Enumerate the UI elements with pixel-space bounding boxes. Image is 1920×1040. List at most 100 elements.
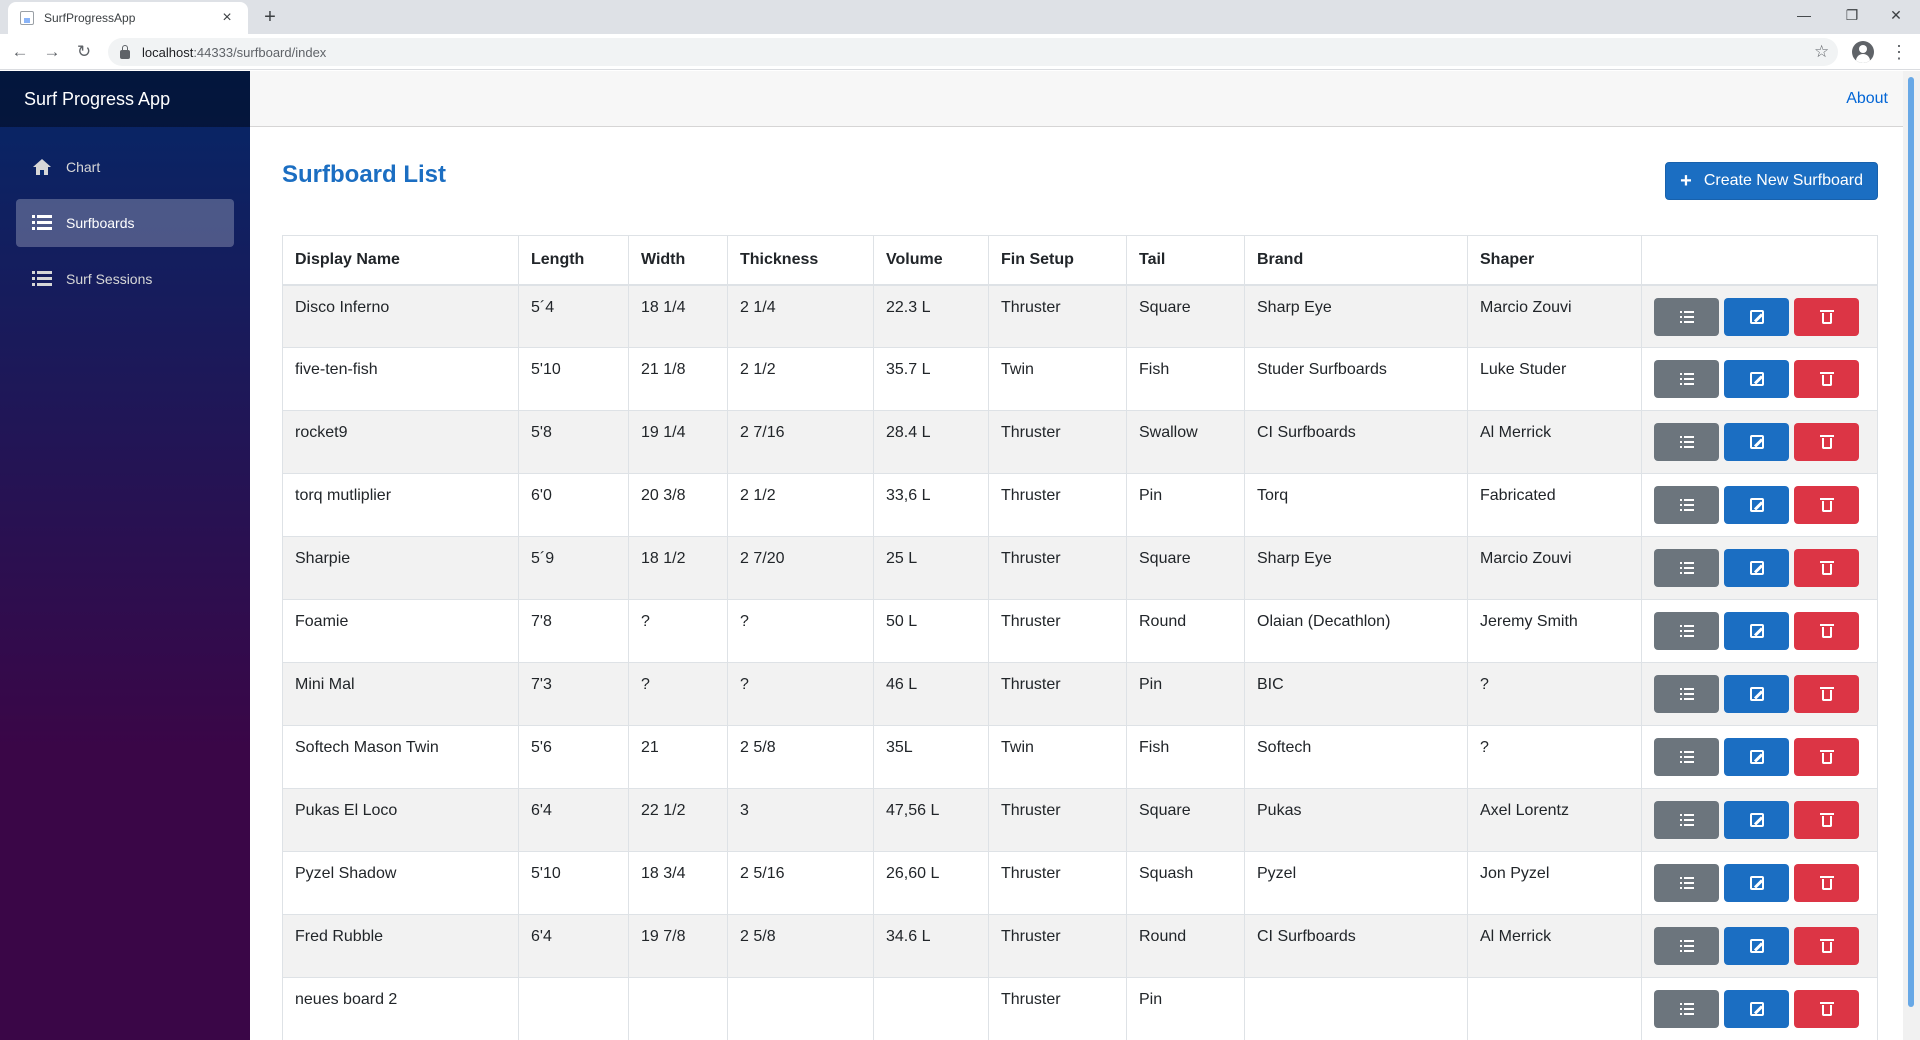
edit-icon xyxy=(1750,687,1764,701)
table-cell: 7'3 xyxy=(518,662,629,726)
table-cell: 2 5/8 xyxy=(727,725,874,789)
table-cell: Al Merrick xyxy=(1467,914,1642,978)
edit-button[interactable] xyxy=(1724,864,1789,902)
trash-icon xyxy=(1820,624,1834,638)
page-scrollbar[interactable] xyxy=(1903,71,1920,1040)
app-brand[interactable]: Surf Progress App xyxy=(0,71,250,127)
delete-button[interactable] xyxy=(1794,801,1859,839)
edit-icon xyxy=(1750,498,1764,512)
delete-button[interactable] xyxy=(1794,423,1859,461)
column-header: Shaper xyxy=(1467,235,1642,286)
edit-button[interactable] xyxy=(1724,927,1789,965)
edit-icon xyxy=(1750,372,1764,386)
url-host: localhost xyxy=(142,44,194,60)
table-cell: 2 5/16 xyxy=(727,851,874,915)
about-link[interactable]: About xyxy=(1846,90,1888,108)
edit-button[interactable] xyxy=(1724,675,1789,713)
details-button[interactable] xyxy=(1654,423,1719,461)
delete-button[interactable] xyxy=(1794,738,1859,776)
delete-button[interactable] xyxy=(1794,927,1859,965)
table-cell: Fish xyxy=(1126,725,1245,789)
delete-button[interactable] xyxy=(1794,990,1859,1028)
profile-avatar-icon[interactable] xyxy=(1852,41,1874,63)
details-button[interactable] xyxy=(1654,864,1719,902)
browser-menu-icon[interactable]: ⋮ xyxy=(1890,40,1908,64)
create-new-surfboard-button[interactable]: + Create New Surfboard xyxy=(1665,162,1878,200)
edit-button[interactable] xyxy=(1724,297,1789,336)
table-cell: 18 1/2 xyxy=(628,536,728,600)
page-title: Surfboard List xyxy=(282,161,447,188)
table-cell: Softech xyxy=(1244,725,1468,789)
edit-icon xyxy=(1750,1002,1764,1016)
table-cell: Al Merrick xyxy=(1467,410,1642,474)
close-window-button[interactable]: ✕ xyxy=(1874,0,1918,30)
sidebar-item-surf-sessions[interactable]: Surf Sessions xyxy=(16,255,234,303)
forward-arrow-icon[interactable]: → xyxy=(40,40,64,64)
row-actions xyxy=(1641,536,1878,600)
back-arrow-icon[interactable]: ← xyxy=(8,40,32,64)
table-cell: rocket9 xyxy=(282,410,519,474)
details-button[interactable] xyxy=(1654,801,1719,839)
edit-button[interactable] xyxy=(1724,423,1789,461)
details-button[interactable] xyxy=(1654,612,1719,650)
minimize-button[interactable]: — xyxy=(1782,0,1826,30)
edit-button[interactable] xyxy=(1724,801,1789,839)
edit-button[interactable] xyxy=(1724,738,1789,776)
bookmark-star-icon[interactable]: ☆ xyxy=(1814,42,1829,62)
table-cell: 21 1/8 xyxy=(628,347,728,411)
table-cell: Marcio Zouvi xyxy=(1467,284,1642,348)
sidebar-item-chart[interactable]: Chart xyxy=(16,143,234,191)
list-icon xyxy=(1680,877,1694,889)
details-button[interactable] xyxy=(1654,486,1719,524)
table-row: torq mutliplier 6'0 20 3/8 2 1/2 33,6 L Thrus… xyxy=(282,473,1878,537)
edit-button[interactable] xyxy=(1724,990,1789,1028)
details-button[interactable] xyxy=(1654,990,1719,1028)
details-button[interactable] xyxy=(1654,360,1719,398)
table-cell: 3 xyxy=(727,788,874,852)
reload-icon[interactable]: ↻ xyxy=(72,40,96,64)
edit-button[interactable] xyxy=(1724,612,1789,650)
table-cell: Sharp Eye xyxy=(1244,284,1468,348)
trash-icon xyxy=(1820,372,1834,386)
delete-button[interactable] xyxy=(1794,297,1859,336)
table-cell: ? xyxy=(1467,725,1642,789)
edit-button[interactable] xyxy=(1724,486,1789,524)
trash-icon xyxy=(1820,498,1834,512)
table-cell: 35.7 L xyxy=(873,347,989,411)
table-row: Fred Rubble 6'4 19 7/8 2 5/8 34.6 L Thruster R… xyxy=(282,914,1878,978)
details-button[interactable] xyxy=(1654,549,1719,587)
new-tab-button[interactable]: + xyxy=(258,6,282,30)
sidebar-item-surfboards[interactable]: Surfboards xyxy=(16,199,234,247)
scrollbar-thumb[interactable] xyxy=(1908,77,1914,1007)
top-row: About xyxy=(250,71,1920,127)
details-button[interactable] xyxy=(1654,927,1719,965)
column-header: Length xyxy=(518,235,629,286)
list-icon xyxy=(1680,310,1694,323)
delete-button[interactable] xyxy=(1794,675,1859,713)
table-cell: Twin xyxy=(988,347,1127,411)
url-text: localhost:44333/surfboard/index xyxy=(142,45,326,60)
table-cell: Mini Mal xyxy=(282,662,519,726)
details-button[interactable] xyxy=(1654,297,1719,336)
edit-button[interactable] xyxy=(1724,360,1789,398)
delete-button[interactable] xyxy=(1794,549,1859,587)
restore-button[interactable]: ❐ xyxy=(1830,0,1874,30)
table-row: Mini Mal 7'3?? 46 L Thruster Pin BIC? xyxy=(282,662,1878,726)
table-cell: 5'8 xyxy=(518,410,629,474)
address-bar[interactable]: localhost:44333/surfboard/index xyxy=(108,38,1838,66)
table-cell: 2 7/16 xyxy=(727,410,874,474)
delete-button[interactable] xyxy=(1794,864,1859,902)
browser-tab[interactable]: SurfProgressApp × xyxy=(8,2,248,34)
tab-close-icon[interactable]: × xyxy=(218,9,236,27)
delete-button[interactable] xyxy=(1794,486,1859,524)
delete-button[interactable] xyxy=(1794,360,1859,398)
column-header: Width xyxy=(628,235,728,286)
details-button[interactable] xyxy=(1654,675,1719,713)
table-cell: Square xyxy=(1126,788,1245,852)
delete-button[interactable] xyxy=(1794,612,1859,650)
details-button[interactable] xyxy=(1654,738,1719,776)
trash-icon xyxy=(1820,750,1834,764)
edit-button[interactable] xyxy=(1724,549,1789,587)
table-cell: Thruster xyxy=(988,410,1127,474)
table-cell xyxy=(873,977,989,1040)
